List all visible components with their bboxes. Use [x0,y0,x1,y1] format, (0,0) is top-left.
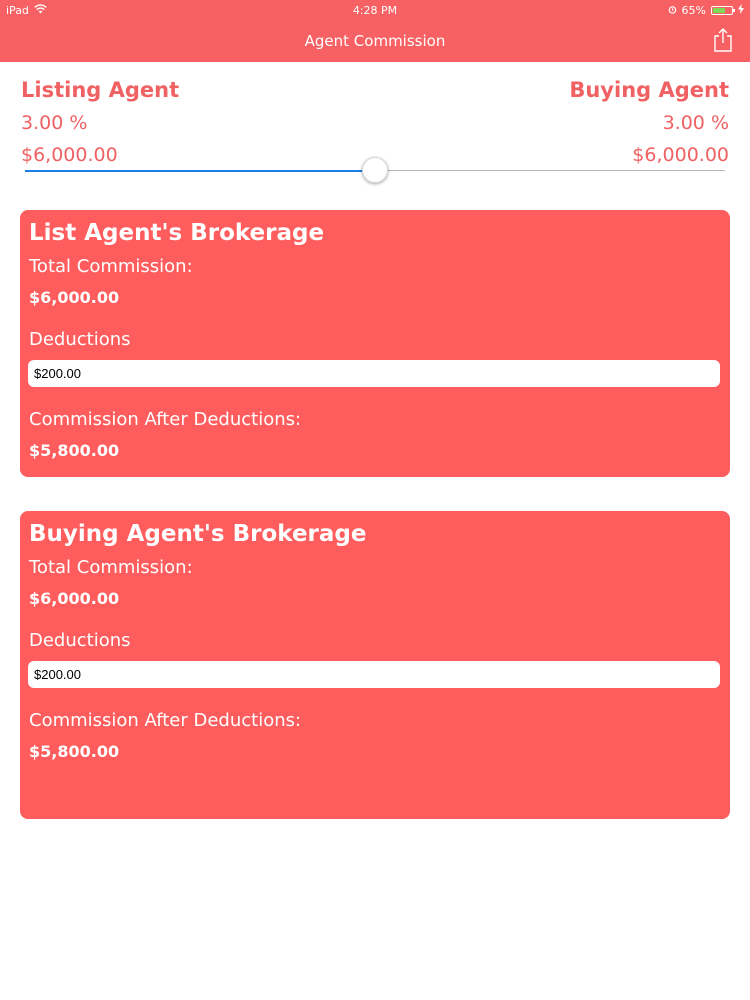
deductions-label: Deductions [29,329,131,350]
listing-agent-label: Listing Agent [21,78,180,102]
card-title: Buying Agent's Brokerage [29,521,367,547]
slider-track-active [25,170,375,172]
deductions-input[interactable] [28,360,720,387]
deductions-label: Deductions [29,630,131,651]
deductions-input[interactable] [28,661,720,688]
buying-agent-label: Buying Agent [569,78,729,102]
alarm-icon [668,4,677,17]
status-bar: iPad 4:28 PM 65% [0,0,750,20]
status-time: 4:28 PM [352,4,398,17]
total-commission-label: Total Commission: [29,557,193,578]
after-deductions-value: $5,800.00 [29,742,120,761]
page-title: Agent Commission [304,32,446,50]
buying-agent-percent: 3.00 % [662,112,729,134]
total-commission-value: $6,000.00 [29,589,120,608]
status-right: 65% [668,4,744,17]
slider-thumb[interactable] [362,157,388,183]
listing-agent-percent: 3.00 % [21,112,88,134]
battery-icon [711,6,735,15]
after-deductions-value: $5,800.00 [29,441,120,460]
list-brokerage-card: List Agent's Brokerage Total Commission:… [20,210,730,477]
battery-percent: 65% [681,4,706,17]
after-deductions-label: Commission After Deductions: [29,710,302,731]
charging-icon [738,4,744,17]
buying-brokerage-card: Buying Agent's Brokerage Total Commissio… [20,511,730,819]
nav-bar: Agent Commission [0,20,750,62]
commission-split-slider[interactable] [25,156,725,186]
total-commission-value: $6,000.00 [29,288,120,307]
card-title: List Agent's Brokerage [29,220,325,246]
total-commission-label: Total Commission: [29,256,193,277]
share-icon[interactable] [712,28,734,52]
after-deductions-label: Commission After Deductions: [29,409,302,430]
slider-track-inactive [375,170,725,171]
